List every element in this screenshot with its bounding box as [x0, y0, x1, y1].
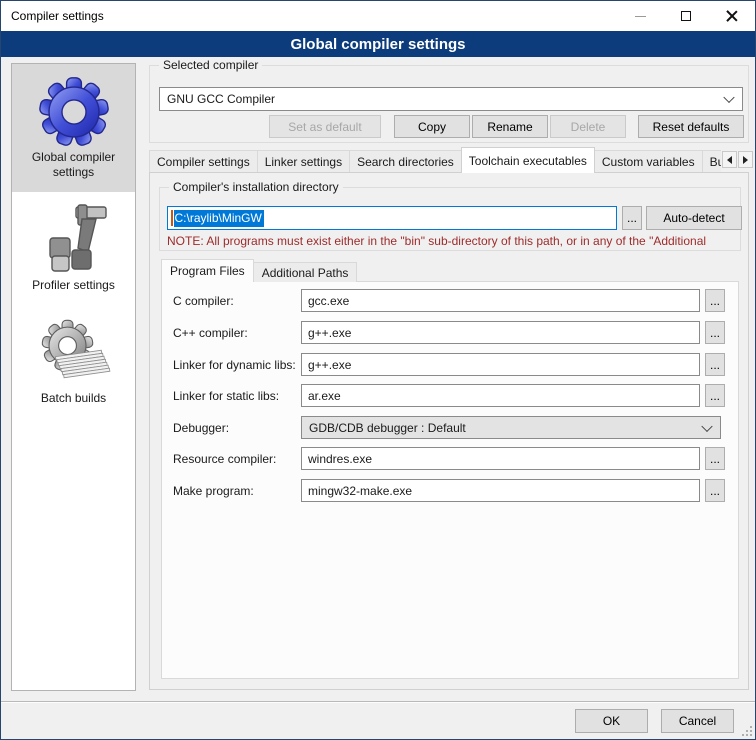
compiler-select[interactable]: GNU GCC Compiler — [159, 87, 743, 111]
resource-compiler-value: windres.exe — [308, 452, 372, 466]
tab-scroll-right-button[interactable] — [738, 151, 753, 168]
tab-search-directories[interactable]: Search directories — [349, 150, 462, 173]
tab-compiler-settings[interactable]: Compiler settings — [149, 150, 258, 173]
gray-gear-stack-icon — [15, 315, 132, 391]
sidebar-item-label: Profiler settings — [15, 278, 132, 293]
linker-dynamic-label: Linker for dynamic libs: — [173, 358, 296, 372]
c-compiler-value: gcc.exe — [308, 294, 349, 308]
close-icon — [726, 10, 738, 22]
debugger-select-value: GDB/CDB debugger : Default — [309, 421, 466, 435]
footer-divider — [1, 701, 755, 703]
cpp-compiler-label: C++ compiler: — [173, 326, 248, 340]
tab-scroll-left-button[interactable] — [722, 151, 737, 168]
compiler-select-value: GNU GCC Compiler — [167, 92, 275, 106]
linker-dynamic-browse-button[interactable]: ... — [705, 353, 725, 376]
linker-static-value: ar.exe — [308, 389, 341, 403]
sidebar-item-global-compiler-settings[interactable]: Global compiler settings — [12, 64, 135, 192]
resource-compiler-input[interactable]: windres.exe — [301, 447, 700, 470]
make-program-browse-button[interactable]: ... — [705, 479, 725, 502]
c-compiler-input[interactable]: gcc.exe — [301, 289, 700, 312]
debugger-select[interactable]: GDB/CDB debugger : Default — [301, 416, 721, 439]
linker-static-browse-button[interactable]: ... — [705, 384, 725, 407]
scroll-right-icon — [743, 156, 752, 164]
auto-detect-button[interactable]: Auto-detect — [646, 206, 742, 230]
title-bar: Compiler settings — [1, 1, 755, 31]
minimize-button[interactable] — [617, 1, 663, 31]
chevron-down-icon — [723, 92, 734, 103]
tab-toolchain-executables[interactable]: Toolchain executables — [461, 147, 595, 173]
tab-custom-variables[interactable]: Custom variables — [594, 150, 703, 173]
reset-defaults-button[interactable]: Reset defaults — [638, 115, 744, 138]
make-program-input[interactable]: mingw32-make.exe — [301, 479, 700, 502]
sidebar-item-label: Global compiler settings — [15, 150, 132, 180]
chevron-down-icon — [701, 420, 712, 431]
compiler-settings-dialog: Compiler settings Global compiler settin… — [0, 0, 756, 740]
make-program-label: Make program: — [173, 484, 254, 498]
tab-build-options[interactable]: Build — [702, 150, 721, 173]
page-title: Global compiler settings — [1, 31, 755, 57]
cancel-button[interactable]: Cancel — [661, 709, 734, 733]
linker-static-label: Linker for static libs: — [173, 389, 279, 403]
minimize-icon — [635, 16, 646, 17]
bin-subdirectory-note: NOTE: All programs must exist either in … — [167, 234, 745, 248]
linker-dynamic-input[interactable]: g++.exe — [301, 353, 700, 376]
tab-linker-settings[interactable]: Linker settings — [257, 150, 350, 173]
delete-button[interactable]: Delete — [550, 115, 626, 138]
linker-dynamic-value: g++.exe — [308, 358, 351, 372]
c-compiler-browse-button[interactable]: ... — [705, 289, 725, 312]
installation-directory-input[interactable]: C:\raylib\MinGW — [167, 206, 617, 230]
tab-program-files[interactable]: Program Files — [161, 259, 254, 282]
window-controls — [617, 1, 755, 31]
sidebar-item-label: Batch builds — [15, 391, 132, 406]
tab-scroll-buttons — [722, 151, 753, 168]
browse-directory-button[interactable]: ... — [622, 206, 642, 230]
group-label: Selected compiler — [159, 58, 262, 72]
resize-grip-icon[interactable] — [750, 734, 752, 736]
maximize-icon — [681, 11, 691, 21]
maximize-button[interactable] — [663, 1, 709, 31]
window-title: Compiler settings — [11, 9, 104, 23]
settings-category-list: Global compiler settings Profiler settin… — [11, 63, 136, 691]
group-label: Compiler's installation directory — [169, 180, 343, 194]
resource-compiler-label: Resource compiler: — [173, 452, 276, 466]
blue-gear-icon — [15, 74, 132, 150]
linker-static-input[interactable]: ar.exe — [301, 384, 700, 407]
cpp-compiler-input[interactable]: g++.exe — [301, 321, 700, 344]
copy-button[interactable]: Copy — [394, 115, 470, 138]
caliper-icon — [15, 202, 132, 278]
close-button[interactable] — [709, 1, 755, 31]
make-program-value: mingw32-make.exe — [308, 484, 412, 498]
debugger-label: Debugger: — [173, 421, 229, 435]
sidebar-item-profiler-settings[interactable]: Profiler settings — [12, 192, 135, 305]
rename-button[interactable]: Rename — [472, 115, 548, 138]
resource-compiler-browse-button[interactable]: ... — [705, 447, 725, 470]
ok-button[interactable]: OK — [575, 709, 648, 733]
sidebar-item-batch-builds[interactable]: Batch builds — [12, 305, 135, 418]
tab-additional-paths[interactable]: Additional Paths — [253, 262, 358, 282]
installation-directory-value: C:\raylib\MinGW — [174, 210, 264, 227]
cpp-compiler-browse-button[interactable]: ... — [705, 321, 725, 344]
scroll-left-icon — [723, 156, 732, 164]
set-as-default-button[interactable]: Set as default — [269, 115, 381, 138]
cpp-compiler-value: g++.exe — [308, 326, 351, 340]
c-compiler-label: C compiler: — [173, 294, 234, 308]
settings-tab-bar: Compiler settings Linker settings Search… — [149, 147, 721, 173]
program-paths-tab-bar: Program Files Additional Paths — [161, 259, 356, 282]
